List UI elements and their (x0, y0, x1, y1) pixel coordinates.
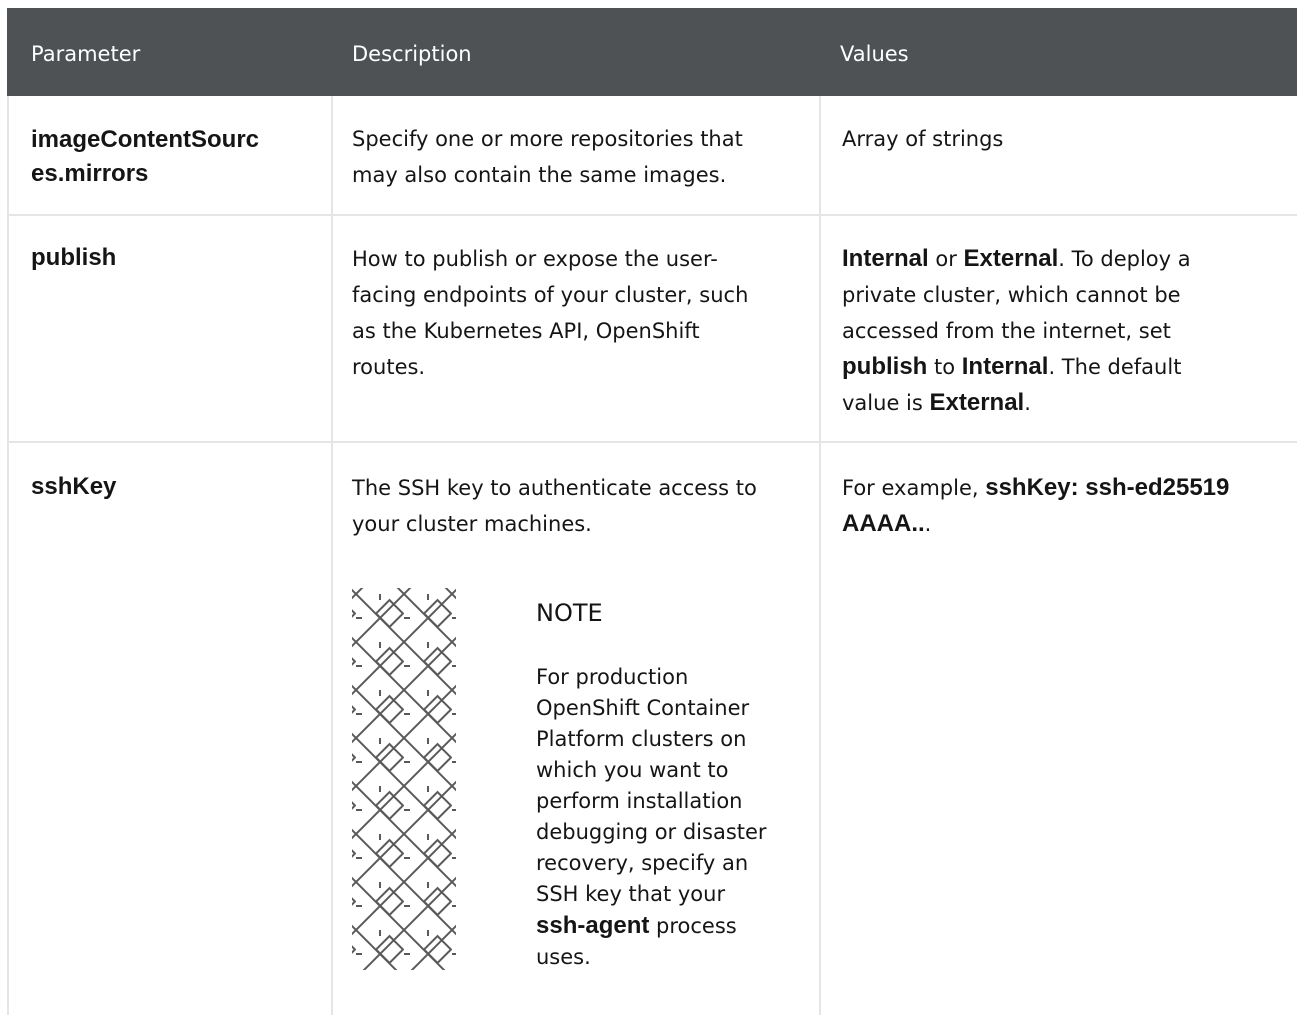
description-line: your cluster machines. (352, 512, 592, 536)
param-name-line2: es.mirrors (31, 160, 149, 187)
header-parameter: Parameter (31, 42, 141, 66)
values-line: accessed from the internet, set (842, 319, 1171, 343)
description-line: facing endpoints of your cluster, such (352, 283, 749, 307)
param-cell: imageContentSourc es.mirrors (31, 123, 259, 191)
note-line: recovery, specify an (536, 851, 749, 875)
parameters-table: Parameter Description Values imageConten… (7, 8, 1297, 1015)
note-line: uses. (536, 945, 591, 969)
param-name-line1: imageContentSourc (31, 126, 260, 153)
text-or: or (928, 247, 964, 271)
note-line: ssh-agent process (536, 910, 767, 942)
values-line: value is External. (842, 385, 1191, 421)
values-text: . (924, 512, 932, 536)
description-line: Specify one or more repositories that (352, 127, 743, 151)
note-pattern-icon (352, 588, 456, 970)
values-cell: Array of strings (842, 127, 1004, 151)
note-title: NOTE (536, 599, 603, 627)
description-cell: The SSH key to authenticate access to yo… (352, 470, 757, 542)
header-values: Values (840, 42, 909, 66)
values-text: . (1024, 391, 1031, 415)
column-divider-1 (331, 96, 333, 1015)
description-line: routes. (352, 355, 426, 379)
header-description: Description (352, 42, 472, 66)
values-text: . To deploy a (1058, 247, 1191, 271)
param-cell: sshKey (31, 473, 117, 500)
code-sshkey: sshKey: ssh-ed25519 (985, 474, 1230, 501)
description-line: as the Kubernetes API, OpenShift (352, 319, 700, 343)
note-line: SSH key that your (536, 882, 726, 906)
value-internal: Internal (842, 245, 929, 272)
note-line: perform installation (536, 789, 743, 813)
description-cell: Specify one or more repositories that ma… (352, 121, 743, 193)
note-line: OpenShift Container (536, 696, 750, 720)
values-line: For example, sshKey: ssh-ed25519 (842, 470, 1229, 506)
value-publish: publish (842, 353, 928, 380)
values-cell: Internal or External. To deploy a privat… (842, 241, 1191, 421)
value-internal: Internal (961, 353, 1049, 380)
code-ssh-agent: ssh-agent (536, 912, 650, 939)
description-line: The SSH key to authenticate access to (352, 476, 757, 500)
param-cell: publish (31, 244, 117, 271)
note-body: For production OpenShift Container Platf… (536, 662, 767, 973)
row-divider-1 (7, 214, 1297, 216)
note-line: Platform clusters on (536, 727, 747, 751)
values-line: Internal or External. To deploy a (842, 241, 1191, 277)
values-line: publish to Internal. The default (842, 349, 1191, 385)
table-header: Parameter Description Values (7, 8, 1297, 96)
row-divider-2 (7, 441, 1297, 443)
code-sshkey-cont: AAAA.. (842, 510, 925, 537)
text-to: to (927, 355, 962, 379)
values-text: value is (842, 391, 930, 415)
note-text: process (649, 914, 737, 938)
values-line: private cluster, which cannot be (842, 283, 1181, 307)
value-external: External (929, 389, 1025, 416)
description-line: may also contain the same images. (352, 163, 727, 187)
note-line: For production (536, 665, 689, 689)
values-line: AAAA... (842, 506, 1229, 542)
note-line: debugging or disaster (536, 820, 767, 844)
note-line: which you want to (536, 758, 729, 782)
description-line: How to publish or expose the user- (352, 247, 718, 271)
column-divider-2 (819, 96, 821, 1015)
value-external: External (963, 245, 1059, 272)
values-text: . The default (1048, 355, 1182, 379)
values-text: For example, (842, 476, 986, 500)
values-cell: For example, sshKey: ssh-ed25519 AAAA... (842, 470, 1229, 542)
description-cell: How to publish or expose the user- facin… (352, 241, 748, 385)
border-left (7, 96, 9, 1015)
